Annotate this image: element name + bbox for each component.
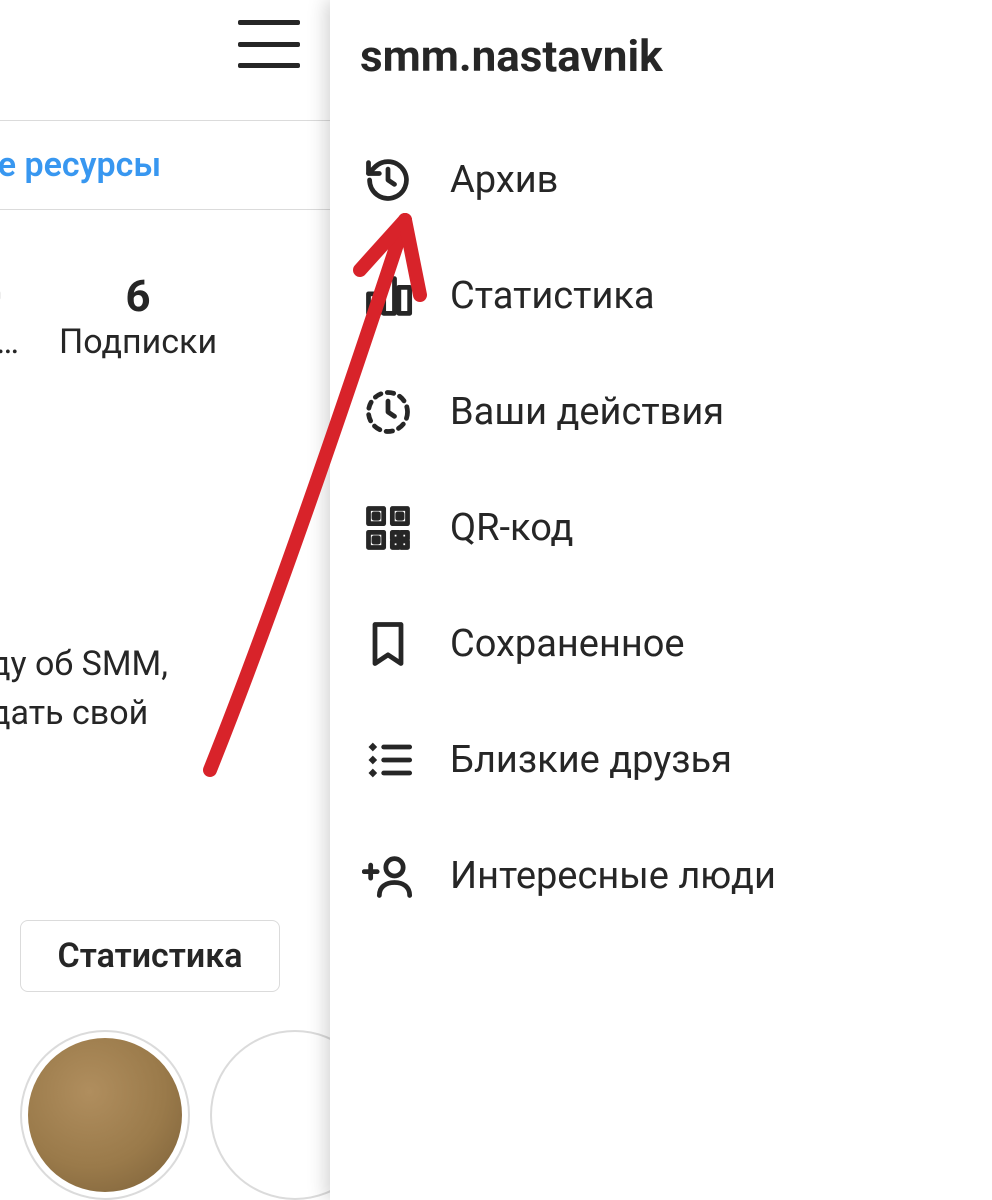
- menu-item-archive[interactable]: Архив: [330, 122, 992, 238]
- story-highlights: [20, 1030, 380, 1200]
- menu-item-label: Сохраненное: [450, 622, 685, 666]
- menu-item-close-friends[interactable]: Близкие друзья: [330, 702, 992, 818]
- drawer-menu: Архив Статистика Ваши действия: [330, 122, 992, 934]
- insights-icon: [360, 268, 416, 324]
- menu-item-insights[interactable]: Статистика: [330, 238, 992, 354]
- insights-button[interactable]: Статистика: [20, 920, 280, 992]
- stat-count: 6: [125, 270, 150, 322]
- side-drawer: smm.nastavnik Архив Статистика Ваши дейс…: [330, 0, 992, 1200]
- stat-count: 0: [0, 270, 2, 322]
- menu-item-saved[interactable]: Сохраненное: [330, 586, 992, 702]
- menu-item-label: Ваши действия: [450, 390, 724, 434]
- menu-item-qr[interactable]: QR-код: [330, 470, 992, 586]
- profile-bio: ду об SMM, дать свой: [0, 640, 168, 739]
- bio-line: ду об SMM,: [0, 640, 168, 689]
- qr-icon: [360, 500, 416, 556]
- close-friends-icon: [360, 732, 416, 788]
- menu-item-label: QR-код: [450, 506, 573, 550]
- discover-people-icon: [360, 848, 416, 904]
- menu-item-label: Интересные люди: [450, 854, 776, 898]
- stat-label: Подписки: [59, 322, 217, 362]
- profile-pane: ые ресурсы 0 сч… 6 Подписки ду об SMM, д…: [0, 0, 330, 1200]
- menu-item-label: Статистика: [450, 274, 655, 318]
- stat-label: сч…: [0, 322, 19, 362]
- stat-following[interactable]: 6 Подписки: [59, 270, 217, 362]
- menu-item-label: Архив: [450, 158, 558, 202]
- stat-followers[interactable]: 0 сч…: [0, 270, 19, 362]
- drawer-username: smm.nastavnik: [330, 0, 992, 122]
- activity-icon: [360, 384, 416, 440]
- highlight-thumbnail: [28, 1038, 182, 1192]
- highlight-circle[interactable]: [20, 1030, 190, 1200]
- menu-item-activity[interactable]: Ваши действия: [330, 354, 992, 470]
- bookmark-icon: [360, 616, 416, 672]
- menu-item-discover[interactable]: Интересные люди: [330, 818, 992, 934]
- insights-button-label: Статистика: [58, 936, 243, 976]
- resources-link-label: ые ресурсы: [0, 145, 161, 185]
- archive-icon: [360, 152, 416, 208]
- profile-stats: 0 сч… 6 Подписки: [0, 270, 217, 362]
- menu-item-label: Близкие друзья: [450, 738, 732, 782]
- bio-line: дать свой: [0, 689, 168, 738]
- resources-link-row[interactable]: ые ресурсы: [0, 120, 330, 210]
- hamburger-menu-icon[interactable]: [238, 20, 300, 68]
